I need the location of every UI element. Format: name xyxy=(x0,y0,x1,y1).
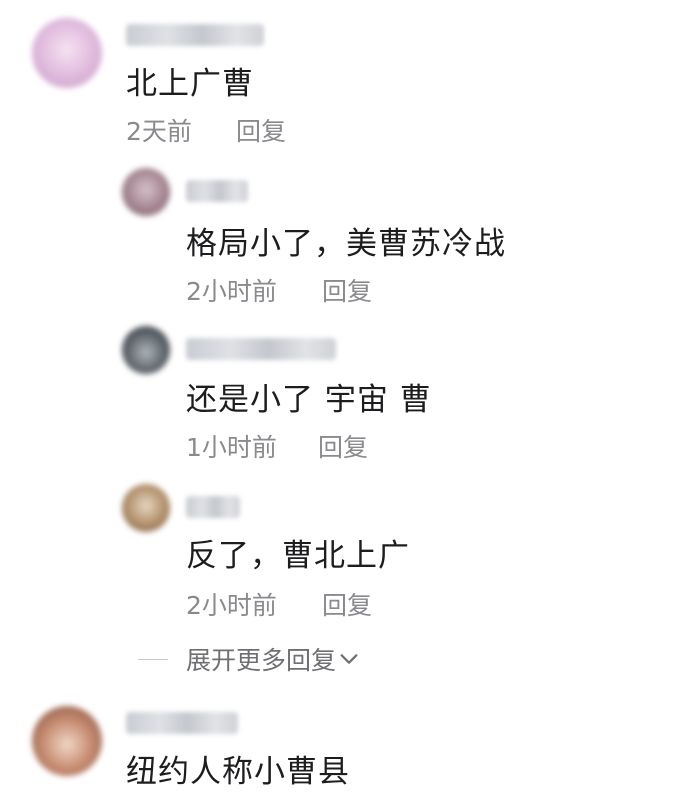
username-blurred[interactable] xyxy=(126,712,238,734)
reply-button[interactable]: 回复 xyxy=(236,112,286,148)
divider xyxy=(138,658,168,660)
username-blurred[interactable] xyxy=(186,338,336,360)
reply-button[interactable]: 回复 xyxy=(322,586,372,622)
chevron-down-icon xyxy=(340,654,358,664)
comment-time: 2小时前 xyxy=(186,277,277,306)
comment-text: 格局小了，美曹苏冷战 xyxy=(186,226,506,262)
comment-text: 北上广曹 xyxy=(126,66,254,102)
comment-text: 还是小了 宇宙 曹 xyxy=(186,382,432,418)
username-blurred[interactable] xyxy=(186,180,248,202)
comment-time: 2天前 xyxy=(126,117,192,146)
comment-time: 1小时前 xyxy=(186,433,277,462)
comment-text: 反了，曹北上广 xyxy=(186,538,410,574)
comment-time: 2小时前 xyxy=(186,591,277,620)
username-blurred[interactable] xyxy=(126,24,264,46)
avatar[interactable] xyxy=(122,326,170,374)
avatar[interactable] xyxy=(32,706,102,776)
username-blurred[interactable] xyxy=(186,496,240,518)
reply-button[interactable]: 回复 xyxy=(318,428,368,464)
avatar[interactable] xyxy=(122,168,170,216)
comment-text: 纽约人称小曹县 xyxy=(126,754,350,790)
avatar[interactable] xyxy=(32,18,102,88)
expand-more-label: 展开更多回复 xyxy=(186,646,337,675)
expand-more-replies[interactable]: 展开更多回复 xyxy=(138,644,360,675)
reply-button[interactable]: 回复 xyxy=(322,272,372,308)
avatar[interactable] xyxy=(122,484,170,532)
